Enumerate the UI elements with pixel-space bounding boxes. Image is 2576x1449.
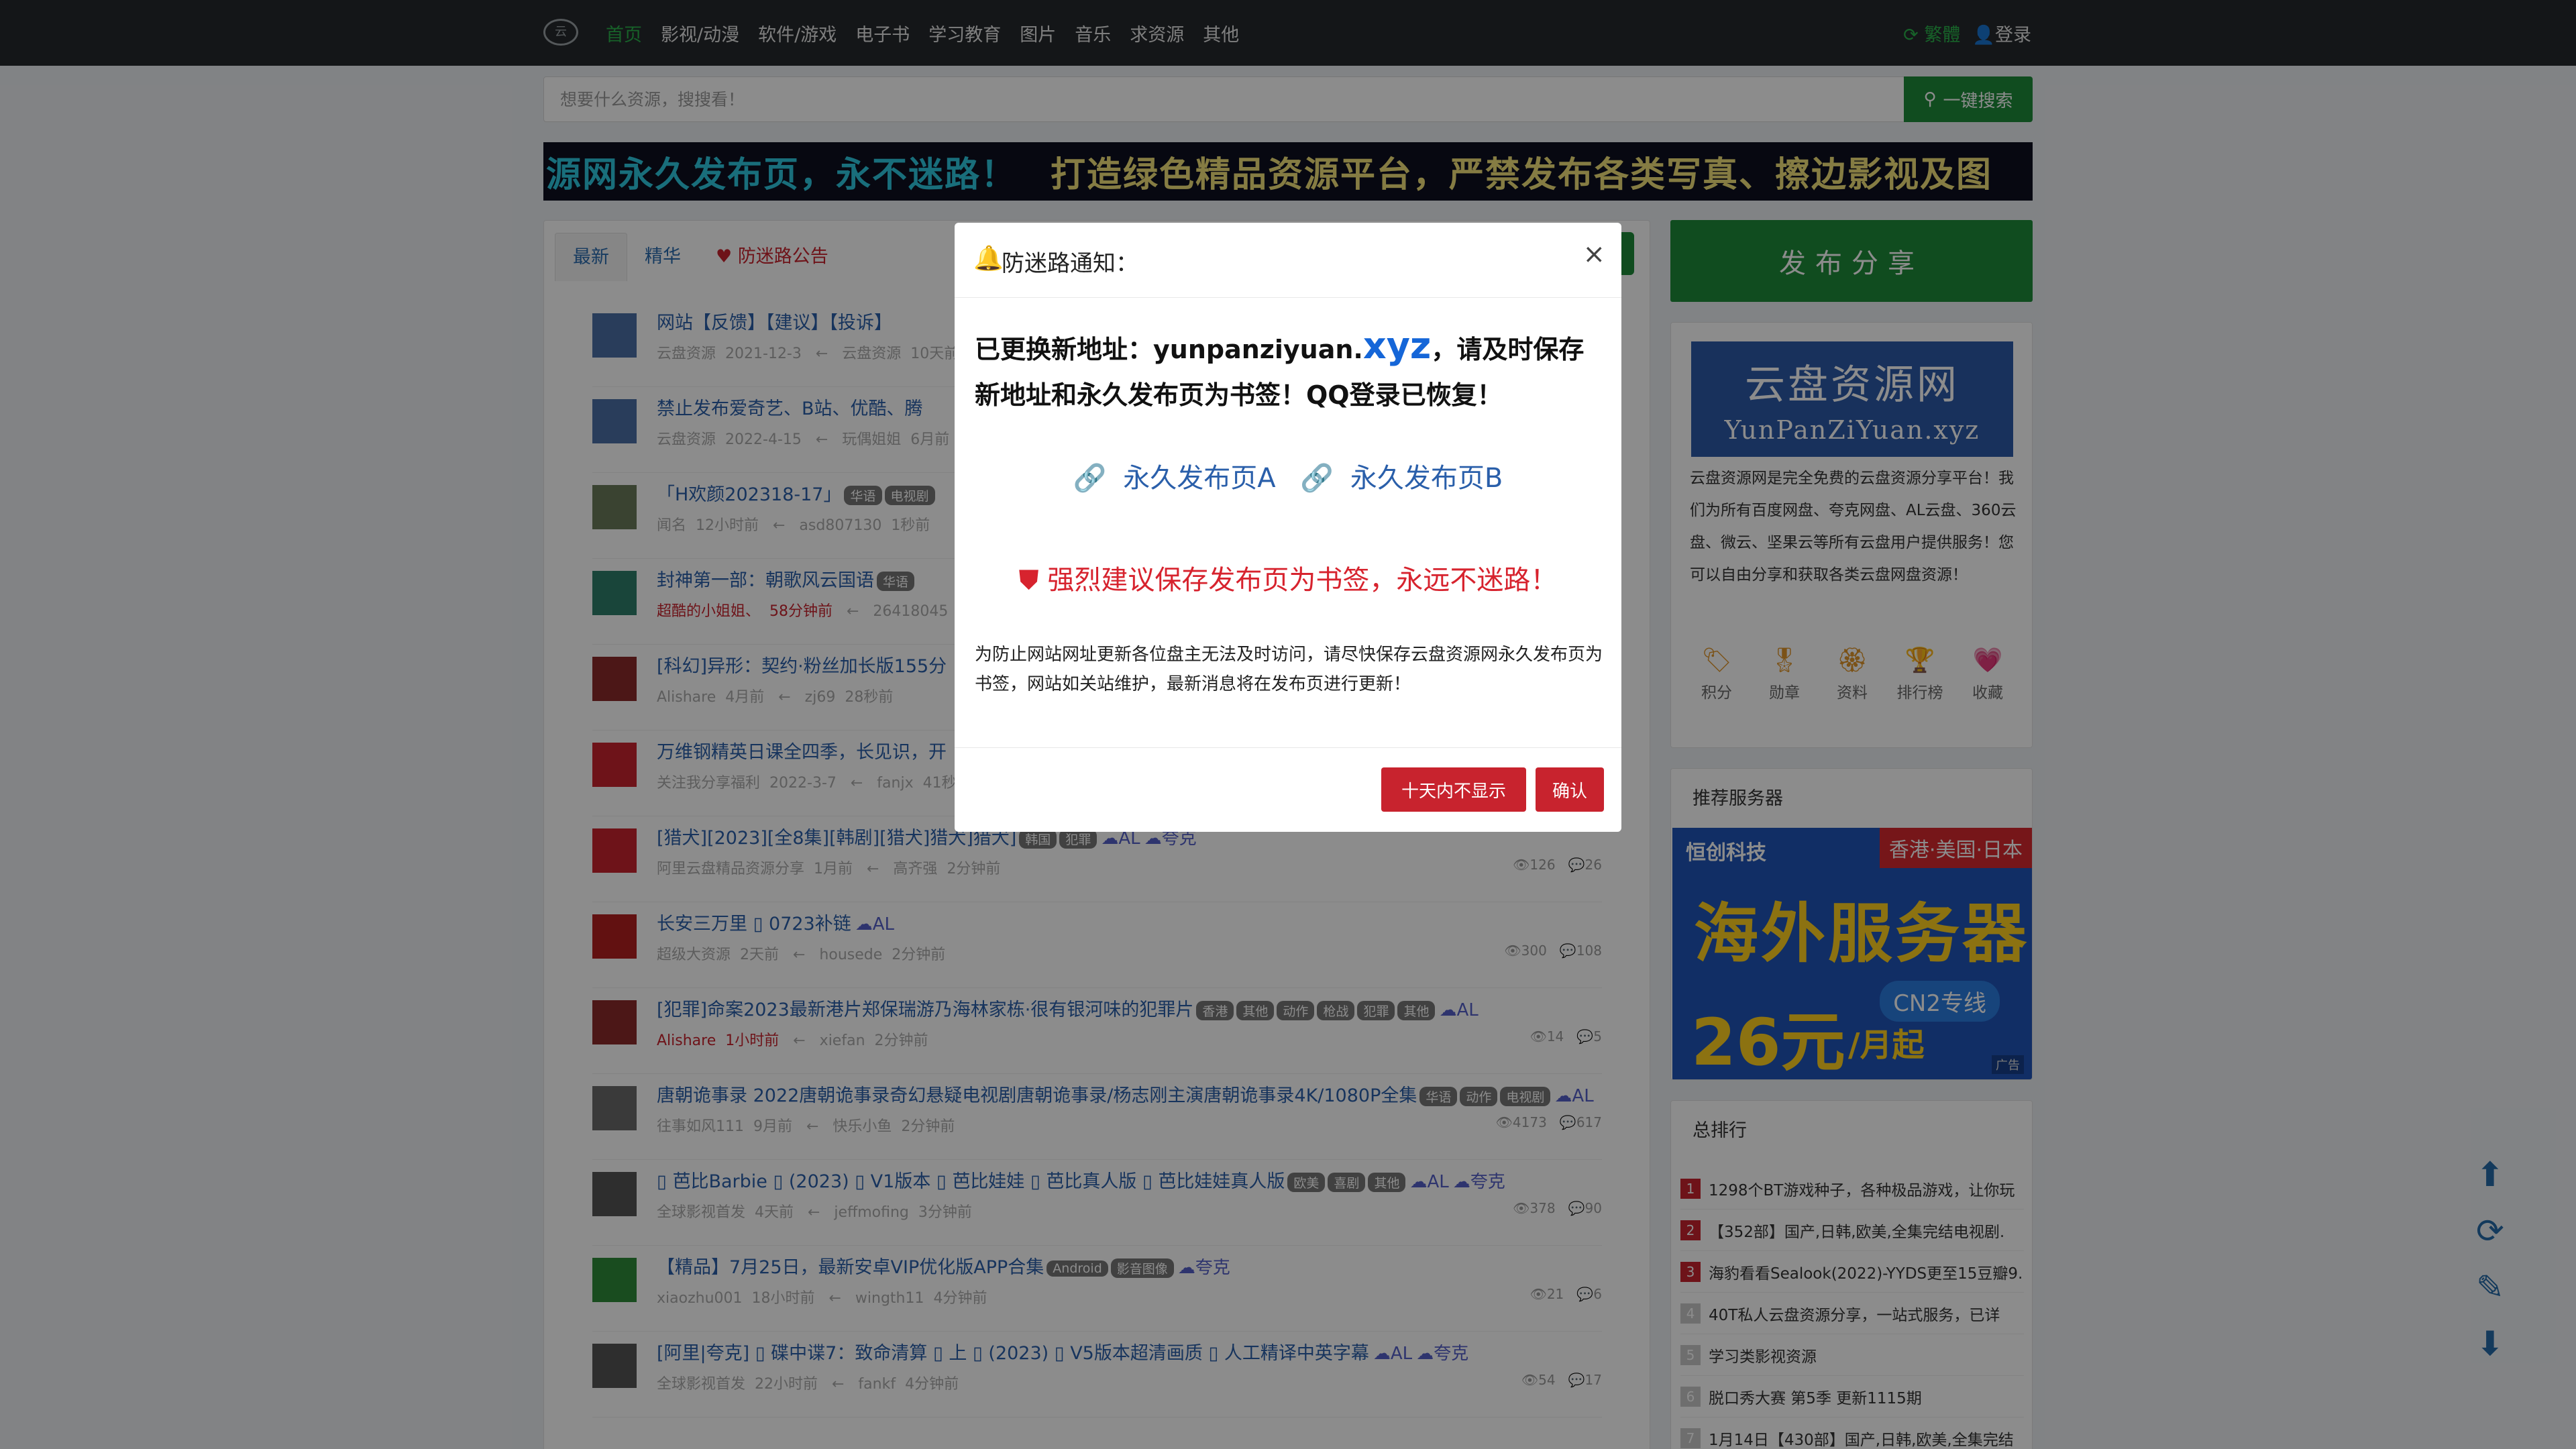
modal-note: 为防止网站网址更新各位盘主无法及时访问，请尽快保存云盘资源网永久发布页为书签，网… <box>975 645 1603 694</box>
link-icon: 🔗 <box>1073 463 1107 494</box>
permanent-page-a-link[interactable]: 🔗 永久发布页A <box>1069 463 1280 494</box>
modal-footer-divider <box>955 747 1621 748</box>
notice-modal: 🔔 防迷路通知： × 已更换新地址：yunpanziyuan.xyz，请及时保存… <box>955 223 1621 832</box>
warning-text: 强烈建议保存发布页为书签，永远不迷路！ <box>1047 565 1558 596</box>
modal-warning: ⛊ 强烈建议保存发布页为书签，永远不迷路！ <box>955 558 1621 597</box>
bell-icon: 🔔 <box>973 245 1004 272</box>
hide-ten-days-button[interactable]: 十天内不显示 <box>1381 767 1526 812</box>
modal-links: 🔗 永久发布页A 🔗 永久发布页B <box>955 456 1621 495</box>
link-b-label: 永久发布页B <box>1350 463 1503 494</box>
modal-header: 🔔 防迷路通知： × <box>955 223 1621 298</box>
modal-title: 防迷路通知： <box>1002 250 1138 277</box>
close-icon[interactable]: × <box>1582 239 1605 270</box>
modal-address-notice: 已更换新地址：yunpanziyuan.xyz，请及时保存新地址和永久发布页为书… <box>975 323 1605 418</box>
permanent-page-b-link[interactable]: 🔗 永久发布页B <box>1296 463 1507 494</box>
link-icon: 🔗 <box>1300 463 1334 494</box>
link-a-label: 永久发布页A <box>1123 463 1276 494</box>
shield-icon: ⛊ <box>1018 565 1039 596</box>
address-text: 已更换新地址：yunpanziyuan. <box>975 335 1363 364</box>
address-tld: xyz <box>1362 325 1432 367</box>
confirm-button[interactable]: 确认 <box>1536 767 1604 812</box>
